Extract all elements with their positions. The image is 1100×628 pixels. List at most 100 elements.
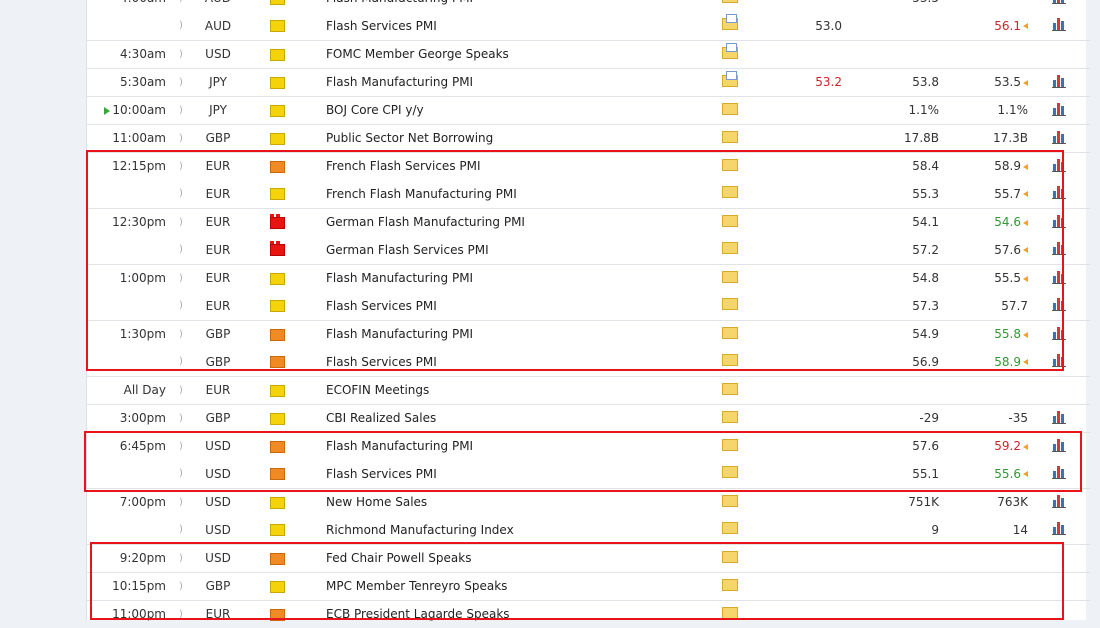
sound-alert-icon[interactable]: ): [170, 348, 192, 376]
calendar-row[interactable]: 7:00pm) USD New Home Sales 751K 763K: [86, 487, 1090, 516]
detail-toggle[interactable]: [722, 39, 772, 68]
detail-toggle[interactable]: [722, 207, 772, 236]
chart-cell[interactable]: [1028, 263, 1090, 292]
chart-cell[interactable]: [1028, 319, 1090, 348]
detail-toggle[interactable]: [722, 460, 772, 488]
detail-folder-icon[interactable]: [722, 550, 738, 563]
sound-alert-icon[interactable]: ): [170, 95, 192, 124]
detail-folder-icon[interactable]: [722, 326, 738, 339]
sound-alert-icon[interactable]: ): [170, 487, 192, 516]
detail-folder-icon[interactable]: [722, 242, 738, 255]
detail-folder-icon[interactable]: [722, 186, 738, 199]
event-name[interactable]: Fed Chair Powell Speaks: [310, 543, 722, 572]
detail-folder-icon[interactable]: [722, 70, 738, 87]
bar-chart-icon[interactable]: [1052, 297, 1066, 312]
detail-folder-icon[interactable]: [722, 354, 738, 367]
bar-chart-icon[interactable]: [1052, 158, 1066, 172]
event-name[interactable]: Flash Manufacturing PMI: [310, 263, 722, 292]
calendar-row[interactable]: 3:00pm) GBP CBI Realized Sales -29 -35: [86, 403, 1090, 432]
event-name[interactable]: Flash Services PMI: [310, 292, 722, 320]
detail-folder-icon[interactable]: [722, 42, 738, 59]
detail-toggle[interactable]: [722, 599, 772, 628]
sound-alert-icon[interactable]: ): [170, 403, 192, 432]
detail-toggle[interactable]: [722, 95, 772, 124]
detail-folder-icon[interactable]: [722, 298, 738, 311]
calendar-row[interactable]: All Day) EUR ECOFIN Meetings: [86, 375, 1090, 404]
detail-folder-icon[interactable]: [722, 270, 738, 283]
bar-chart-icon[interactable]: [1052, 494, 1066, 508]
calendar-row[interactable]: 11:00am) GBP Public Sector Net Borrowing 17…: [86, 123, 1090, 152]
chart-cell[interactable]: [1028, 571, 1090, 600]
detail-folder-icon[interactable]: [722, 382, 738, 395]
detail-toggle[interactable]: [722, 571, 772, 600]
sound-alert-icon[interactable]: ): [170, 39, 192, 68]
sound-alert-icon[interactable]: ): [170, 571, 192, 600]
chart-cell[interactable]: [1028, 207, 1090, 236]
sound-alert-icon[interactable]: ): [170, 236, 192, 264]
event-name[interactable]: French Flash Manufacturing PMI: [310, 180, 722, 208]
bar-chart-icon[interactable]: [1052, 270, 1066, 284]
detail-toggle[interactable]: [722, 431, 772, 460]
calendar-row[interactable]: ) USD Flash Services PMI 55.1 55.6: [86, 460, 1090, 488]
bar-chart-icon[interactable]: [1052, 438, 1066, 452]
calendar-row[interactable]: 4:30am) USD FOMC Member George Speaks: [86, 39, 1090, 68]
detail-toggle[interactable]: [722, 67, 772, 96]
bar-chart-icon[interactable]: [1052, 130, 1066, 144]
bar-chart-icon[interactable]: [1052, 521, 1066, 536]
event-name[interactable]: Public Sector Net Borrowing: [310, 123, 722, 152]
event-name[interactable]: Flash Services PMI: [310, 12, 722, 40]
event-name[interactable]: Flash Services PMI: [310, 460, 722, 488]
chart-cell[interactable]: [1028, 292, 1090, 320]
detail-toggle[interactable]: [722, 487, 772, 516]
chart-cell[interactable]: [1028, 403, 1090, 432]
sound-alert-icon[interactable]: ): [170, 263, 192, 292]
detail-folder-icon[interactable]: [722, 214, 738, 227]
detail-toggle[interactable]: [722, 403, 772, 432]
calendar-row[interactable]: 5:30am) JPY Flash Manufacturing PMI 53.2 53.…: [86, 67, 1090, 96]
event-name[interactable]: ECB President Lagarde Speaks: [310, 599, 722, 628]
calendar-row[interactable]: 1:30pm) GBP Flash Manufacturing PMI 54.9 55.…: [86, 319, 1090, 348]
detail-folder-icon[interactable]: [722, 102, 738, 115]
bar-chart-icon[interactable]: [1052, 326, 1066, 340]
calendar-row[interactable]: ) EUR French Flash Manufacturing PMI 55.3 55…: [86, 180, 1090, 208]
sound-alert-icon[interactable]: ): [170, 123, 192, 152]
detail-folder-icon[interactable]: [722, 14, 738, 31]
event-name[interactable]: ECOFIN Meetings: [310, 375, 722, 404]
detail-folder-icon[interactable]: [722, 438, 738, 451]
bar-chart-icon[interactable]: [1052, 410, 1066, 424]
chart-cell[interactable]: [1028, 39, 1090, 68]
event-name[interactable]: German Flash Services PMI: [310, 236, 722, 264]
sound-alert-icon[interactable]: ): [170, 292, 192, 320]
detail-folder-icon[interactable]: [722, 578, 738, 591]
calendar-row[interactable]: 1:00pm) EUR Flash Manufacturing PMI 54.8 55.…: [86, 263, 1090, 292]
bar-chart-icon[interactable]: [1052, 465, 1066, 480]
calendar-row[interactable]: 10:00am) JPY BOJ Core CPI y/y 1.1% 1.1%: [86, 95, 1090, 124]
bar-chart-icon[interactable]: [1052, 102, 1066, 116]
calendar-row[interactable]: 12:15pm) EUR French Flash Services PMI 58.4…: [86, 151, 1090, 180]
detail-toggle[interactable]: [722, 151, 772, 180]
chart-cell[interactable]: [1028, 543, 1090, 572]
event-name[interactable]: BOJ Core CPI y/y: [310, 95, 722, 124]
chart-cell[interactable]: [1028, 236, 1090, 264]
detail-folder-icon[interactable]: [722, 158, 738, 171]
detail-toggle[interactable]: [722, 263, 772, 292]
event-name[interactable]: Flash Manufacturing PMI: [310, 67, 722, 96]
event-name[interactable]: Flash Services PMI: [310, 348, 722, 376]
event-name[interactable]: German Flash Manufacturing PMI: [310, 207, 722, 236]
event-name[interactable]: FOMC Member George Speaks: [310, 39, 722, 68]
calendar-row[interactable]: ) AUD Flash Services PMI 53.0 56.1: [86, 12, 1090, 40]
detail-toggle[interactable]: [722, 0, 772, 12]
chart-cell[interactable]: [1028, 516, 1090, 544]
chart-cell[interactable]: [1028, 12, 1090, 40]
detail-toggle[interactable]: [722, 123, 772, 152]
detail-folder-icon[interactable]: [722, 130, 738, 143]
detail-toggle[interactable]: [722, 543, 772, 572]
event-name[interactable]: CBI Realized Sales: [310, 403, 722, 432]
sound-alert-icon[interactable]: ): [170, 207, 192, 236]
detail-toggle[interactable]: [722, 292, 772, 320]
detail-toggle[interactable]: [722, 319, 772, 348]
sound-alert-icon[interactable]: ): [170, 431, 192, 460]
bar-chart-icon[interactable]: [1052, 241, 1066, 256]
sound-alert-icon[interactable]: ): [170, 375, 192, 404]
chart-cell[interactable]: [1028, 487, 1090, 516]
